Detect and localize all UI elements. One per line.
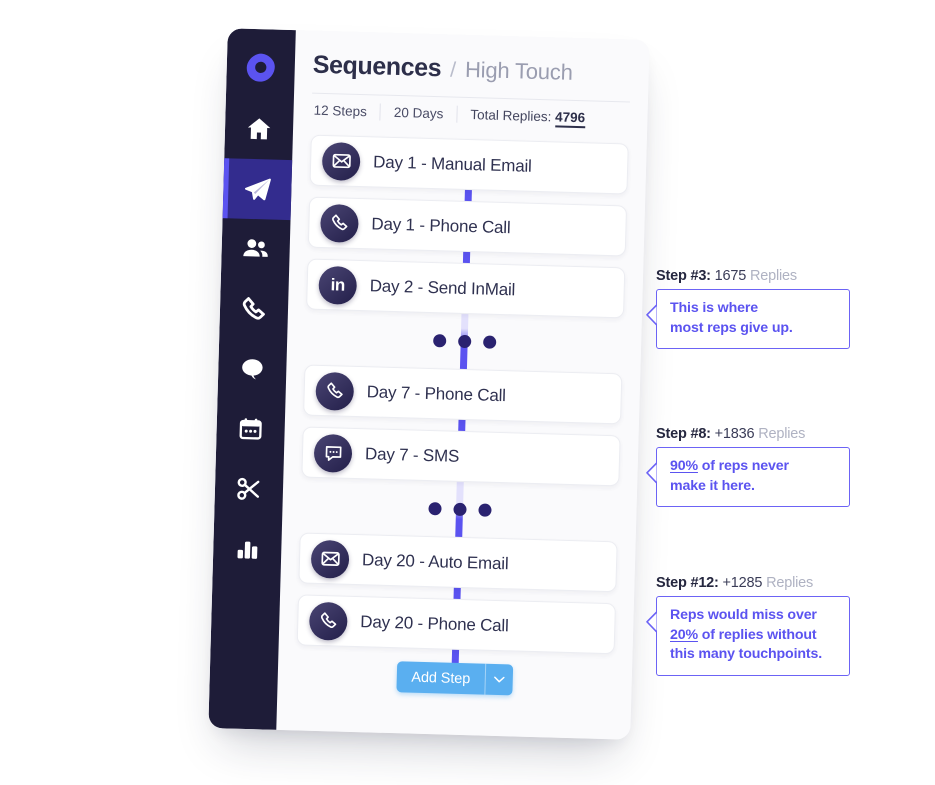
step-card-label: Day 1 - Phone Call	[371, 213, 511, 237]
paper-plane-icon	[242, 174, 273, 205]
annotation-callout-box: This is where most reps give up.	[646, 289, 850, 350]
sidebar-item-calls[interactable]	[219, 278, 289, 340]
steps-ellipsis-group[interactable]	[305, 321, 624, 363]
ellipsis-dot	[452, 502, 467, 517]
annotation-line: make it here.	[670, 477, 755, 494]
breadcrumb-separator: /	[449, 58, 457, 82]
annotation-replies-label: Replies	[749, 268, 797, 284]
sms-bubble-icon	[313, 433, 353, 473]
annotation-replies-label: Replies	[766, 575, 814, 591]
droplet-logo-icon	[243, 51, 278, 86]
annotation-line: 90% of reps never	[670, 458, 789, 474]
phone-icon	[319, 203, 359, 243]
steps-ellipsis-group[interactable]	[300, 488, 619, 530]
phone-icon	[240, 295, 269, 324]
page-subtitle: High Touch	[464, 56, 574, 85]
annotation-text: Reps would miss over 20% of replies witho…	[670, 606, 838, 665]
sidebar-item-home[interactable]	[224, 98, 294, 160]
scissors-icon	[235, 475, 264, 504]
annotation-line: most reps give up.	[670, 319, 793, 336]
step-card[interactable]: Day 1 - Manual Email	[309, 134, 629, 195]
envelope-icon	[310, 539, 350, 579]
annotation-replies-label: Replies	[758, 426, 806, 442]
sidebar-item-analytics[interactable]	[212, 518, 282, 580]
annotation-line: this many touchpoints.	[670, 646, 822, 663]
bar-chart-icon	[233, 535, 262, 564]
annotation-highlight: 20%	[670, 626, 698, 643]
annotation-step-12: Step #12: +1285 Replies Reps would miss …	[646, 575, 850, 676]
annotation-count: +1836	[714, 426, 755, 442]
annotation-line: This is where	[670, 300, 758, 316]
sidebar-item-sequences[interactable]	[222, 158, 293, 221]
step-card-label: Day 20 - Auto Email	[361, 549, 509, 573]
sidebar-item-contacts[interactable]	[221, 218, 291, 280]
add-step-button[interactable]: Add Step	[395, 661, 514, 696]
step-card[interactable]: Day 7 - Phone Call	[303, 364, 623, 425]
annotation-count: 1675	[714, 268, 747, 284]
annotation-count: +1285	[722, 575, 763, 591]
step-card[interactable]: Day 20 - Phone Call	[296, 594, 616, 655]
ellipsis-dot	[427, 502, 442, 516]
sidebar-item-messages[interactable]	[218, 338, 288, 400]
chat-bubble-icon	[238, 355, 267, 384]
meta-total-replies: Total Replies: 4796	[457, 107, 598, 129]
annotation-text: 90% of reps never make it here.	[670, 457, 838, 496]
step-card[interactable]: in Day 2 - Send InMail	[306, 258, 626, 319]
chevron-down-icon[interactable]	[484, 663, 514, 696]
annotation-callout-box: Reps would miss over 20% of replies witho…	[646, 596, 850, 676]
annotation-step-8: Step #8: +1836 Replies 90% of reps never…	[646, 426, 850, 508]
step-card-label: Day 2 - Send InMail	[369, 275, 516, 299]
step-card[interactable]: Day 20 - Auto Email	[298, 532, 618, 593]
callout-tail-icon	[646, 462, 658, 484]
step-card[interactable]: Day 7 - SMS	[301, 426, 621, 487]
phone-icon	[308, 601, 348, 641]
annotation-highlight: 90%	[670, 458, 698, 474]
step-card-label: Day 7 - SMS	[364, 443, 460, 466]
add-step-row: Add Step	[295, 656, 614, 718]
envelope-icon	[321, 141, 361, 181]
sidebar-item-snippets[interactable]	[214, 458, 284, 520]
annotation-line: 20% of replies without	[670, 626, 817, 643]
add-step-label: Add Step	[411, 669, 471, 687]
app-logo[interactable]	[226, 36, 296, 100]
callout-tail-icon	[646, 611, 658, 633]
steps-list: Day 1 - Manual Email Day 1 - Phone Call in…	[276, 128, 647, 740]
annotation-heading: Step #8: +1836 Replies	[656, 426, 850, 442]
ellipsis-dot	[432, 334, 446, 348]
annotation-step-label: Step #8:	[656, 426, 711, 442]
ellipsis-dot	[482, 335, 496, 349]
annotation-step-label: Step #12:	[656, 575, 719, 591]
home-icon	[245, 115, 274, 144]
page-title: Sequences	[312, 50, 442, 83]
step-card-label: Day 1 - Manual Email	[372, 151, 532, 176]
annotation-heading: Step #12: +1285 Replies	[656, 575, 850, 591]
meta-days: 20 Days	[393, 104, 444, 122]
meta-total-replies-value[interactable]: 4796	[554, 109, 586, 129]
ellipsis-dot	[457, 334, 471, 349]
ellipsis-dot	[477, 503, 492, 517]
callout-tail-icon	[646, 304, 658, 326]
annotation-line: Reps would miss over	[670, 607, 817, 623]
annotation-step-3: Step #3: 1675 Replies This is where most …	[646, 268, 850, 350]
annotation-heading: Step #3: 1675 Replies	[656, 268, 850, 284]
meta-total-replies-label: Total Replies:	[470, 107, 552, 125]
phone-icon	[315, 371, 355, 411]
people-icon	[240, 234, 271, 265]
app-window: Sequences / High Touch 12 Steps 20 Days …	[208, 28, 650, 740]
sidebar-item-calendar[interactable]	[216, 398, 286, 460]
meta-steps: 12 Steps	[313, 102, 368, 120]
annotation-text: This is where most reps give up.	[670, 299, 838, 338]
main-content: Sequences / High Touch 12 Steps 20 Days …	[276, 30, 650, 740]
steps-container: Day 1 - Manual Email Day 1 - Phone Call in…	[296, 134, 629, 655]
linkedin-icon: in	[318, 265, 358, 305]
annotation-step-label: Step #3:	[656, 268, 711, 284]
page-header: Sequences / High Touch 12 Steps 20 Days …	[293, 30, 650, 138]
step-card-label: Day 7 - Phone Call	[366, 381, 507, 405]
annotation-callout-box: 90% of reps never make it here.	[646, 447, 850, 508]
step-card[interactable]: Day 1 - Phone Call	[307, 196, 628, 257]
step-card-label: Day 20 - Phone Call	[360, 611, 509, 635]
calendar-icon	[236, 415, 265, 444]
